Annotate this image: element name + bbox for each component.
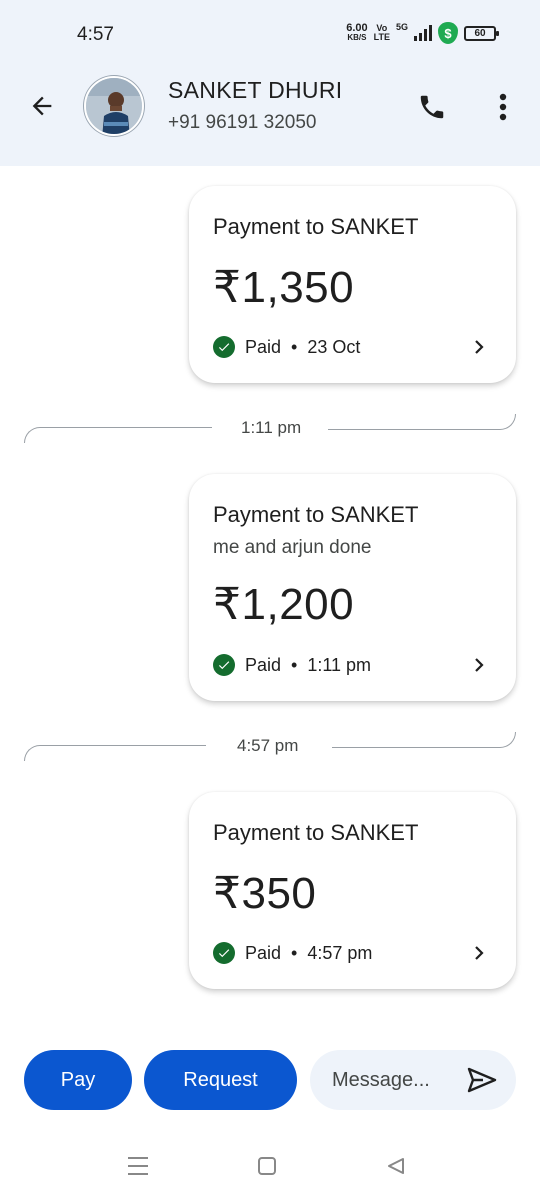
more-vert-icon	[499, 93, 507, 121]
network-speed: 6.00 KB/S	[346, 22, 368, 43]
status-time: 4:57	[77, 24, 114, 45]
status-dot: •	[291, 942, 298, 963]
home-button[interactable]	[258, 1157, 276, 1175]
more-options-button[interactable]	[488, 88, 518, 126]
payment-status: Paid • 4:57 pm	[213, 942, 372, 964]
separator-time: 1:11 pm	[241, 418, 302, 437]
payment-amount: ₹350	[213, 869, 317, 918]
status-label: Paid	[245, 942, 282, 963]
back-button[interactable]	[24, 88, 60, 124]
status-dot: •	[291, 654, 298, 675]
payment-card[interactable]: Payment to SANKET ₹1,350 Paid • 23 Oct	[189, 186, 516, 383]
avatar[interactable]	[84, 76, 144, 136]
payment-note: me and arjun done	[213, 537, 372, 558]
contact-name: SANKET DHURI	[168, 77, 343, 103]
chat-header: SANKET DHURI +91 96191 32050	[0, 66, 540, 166]
message-input[interactable]	[332, 1050, 462, 1110]
network-speed-unit: KB/S	[347, 33, 367, 42]
arrow-left-icon	[32, 96, 52, 116]
payment-date: 1:11 pm	[307, 654, 372, 675]
signal-icon	[414, 25, 432, 41]
battery-icon: 60	[464, 25, 499, 41]
separator-time: 4:57 pm	[237, 736, 299, 755]
network-type: 5G	[395, 22, 408, 32]
phone-icon	[420, 95, 444, 119]
recent-apps-button[interactable]	[128, 1157, 148, 1175]
separator-line	[332, 732, 516, 748]
check-circle-icon	[213, 942, 235, 964]
request-button[interactable]: Request	[144, 1050, 297, 1110]
payment-title: Payment to SANKET	[213, 214, 419, 239]
chevron-right-icon	[470, 944, 488, 962]
status-label: Paid	[245, 654, 282, 675]
battery-level: 60	[474, 27, 486, 39]
volte-bottom: LTE	[373, 32, 390, 42]
status-bar: 4:57 6.00 KB/S Vo LTE 5G $ 60	[0, 0, 540, 66]
contact-phone: +91 96191 32050	[168, 112, 317, 133]
time-separator: 1:11 pm	[24, 414, 516, 444]
send-button[interactable]	[466, 1065, 498, 1095]
separator-line	[328, 414, 516, 430]
payment-amount: ₹1,200	[213, 580, 355, 629]
chevron-right-icon	[470, 656, 488, 674]
triangle-back-icon	[388, 1158, 404, 1174]
call-button[interactable]	[413, 88, 451, 126]
check-circle-icon	[213, 336, 235, 358]
status-indicators: 6.00 KB/S Vo LTE 5G $ 60	[346, 22, 499, 44]
payment-date: 4:57 pm	[307, 942, 373, 963]
separator-line	[24, 427, 212, 443]
network-speed-value: 6.00	[346, 22, 368, 34]
message-composer	[310, 1050, 516, 1110]
volte-indicator: Vo LTE	[374, 24, 390, 42]
time-separator: 4:57 pm	[24, 732, 516, 762]
payment-title: Payment to SANKET	[213, 502, 419, 527]
payment-card[interactable]: Payment to SANKET ₹350 Paid • 4:57 pm	[189, 792, 516, 989]
payment-card[interactable]: Payment to SANKET me and arjun done ₹1,2…	[189, 474, 516, 701]
system-back-button[interactable]	[386, 1156, 406, 1176]
payment-status: Paid • 23 Oct	[213, 336, 360, 358]
chevron-right-icon	[470, 338, 488, 356]
payment-title: Payment to SANKET	[213, 820, 419, 845]
security-shield-icon: $	[438, 22, 458, 44]
payment-date: 23 Oct	[307, 336, 361, 357]
status-dot: •	[291, 336, 298, 357]
system-nav-bar	[0, 1140, 540, 1200]
payment-amount: ₹1,350	[213, 263, 355, 312]
send-icon	[467, 1067, 497, 1093]
avatar-image	[86, 78, 142, 134]
status-label: Paid	[245, 336, 282, 357]
payment-status: Paid • 1:11 pm	[213, 654, 371, 676]
check-circle-icon	[213, 654, 235, 676]
separator-line	[24, 745, 206, 761]
pay-button[interactable]: Pay	[24, 1050, 132, 1110]
